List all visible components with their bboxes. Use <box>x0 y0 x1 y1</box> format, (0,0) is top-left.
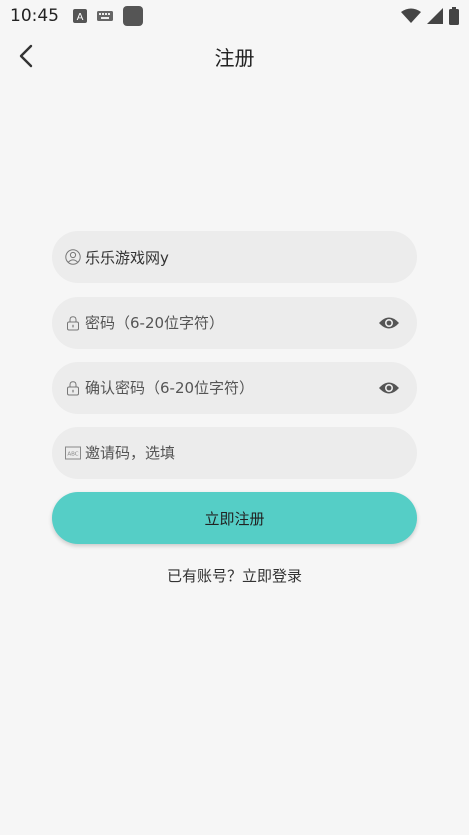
status-bar: 10:45 A <box>0 0 469 32</box>
status-right-icons <box>401 7 459 25</box>
signal-icon <box>427 8 443 24</box>
wifi-icon <box>401 8 421 24</box>
status-left-icons: A <box>73 6 143 26</box>
confirm-password-input[interactable] <box>85 379 377 397</box>
lock-icon <box>65 380 81 396</box>
svg-text:ABC: ABC <box>67 452 78 458</box>
eye-icon[interactable] <box>377 311 401 335</box>
app-bar: 注册 <box>0 32 469 80</box>
password-input[interactable] <box>85 314 377 332</box>
invite-code-field[interactable]: ABC <box>52 427 417 479</box>
login-link[interactable]: 已有账号？立即登录 <box>0 565 469 586</box>
confirm-password-field[interactable] <box>52 362 417 414</box>
register-button[interactable]: 立即注册 <box>52 492 417 544</box>
svg-text:A: A <box>77 12 84 23</box>
page-title: 注册 <box>214 46 255 70</box>
battery-icon <box>449 7 459 25</box>
username-input[interactable] <box>85 248 401 266</box>
eye-icon[interactable] <box>377 376 401 400</box>
a-notification-icon: A <box>73 9 87 23</box>
user-icon <box>65 249 81 265</box>
invite-code-input[interactable] <box>85 444 401 462</box>
app-square-icon <box>123 6 143 26</box>
keyboard-icon <box>97 10 113 22</box>
status-time: 10:45 <box>10 6 59 26</box>
username-field[interactable] <box>52 231 417 283</box>
password-field[interactable] <box>52 297 417 349</box>
invite-code-icon: ABC <box>65 445 81 461</box>
lock-icon <box>65 315 81 331</box>
